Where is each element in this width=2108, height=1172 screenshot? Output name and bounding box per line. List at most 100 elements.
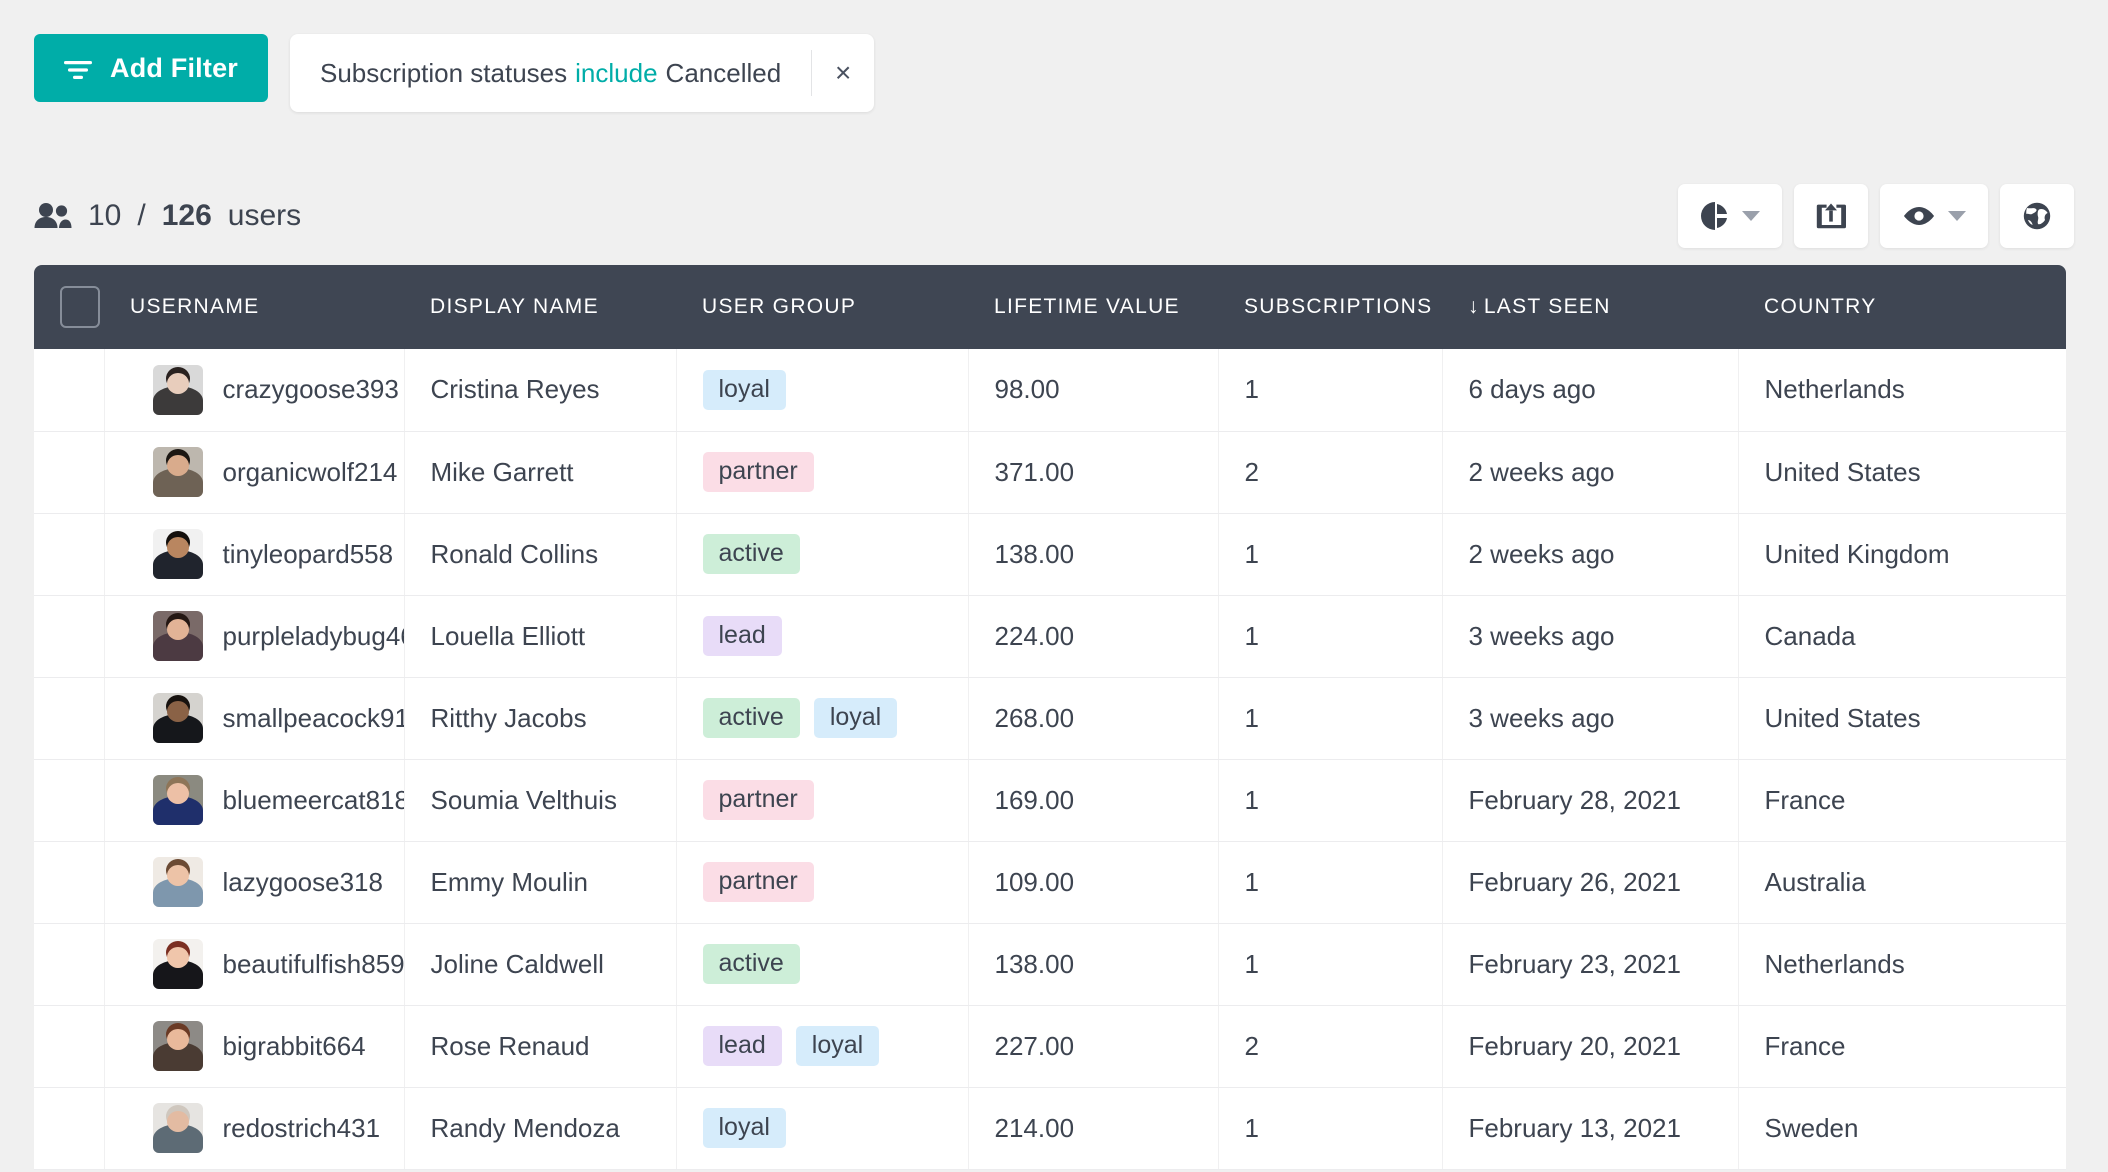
user-group-tag[interactable]: partner [702, 862, 814, 902]
table-row[interactable]: lazygoose318 Emmy Moulin partner 109.00 1 Feb… [34, 841, 2066, 924]
display-name-cell: Ronald Collins [404, 513, 677, 596]
username-cell[interactable]: purpleladybug461 [104, 595, 405, 678]
username-cell[interactable]: lazygoose318 [104, 841, 405, 924]
country-cell: Netherlands [1738, 923, 2066, 1006]
user-group-cell: lead [676, 595, 969, 678]
last-seen-cell: 6 days ago [1442, 349, 1739, 432]
user-group-tag[interactable]: active [702, 944, 800, 984]
column-label: LAST SEEN [1483, 295, 1611, 318]
table-row[interactable]: beautifulfish859 Joline Caldwell active 138… [34, 923, 2066, 1006]
username-cell[interactable]: redostrich431 [104, 1087, 405, 1170]
user-group-tag[interactable]: loyal [813, 698, 898, 738]
user-group-tag[interactable]: partner [702, 780, 814, 820]
user-group-tag[interactable]: loyal [702, 1108, 786, 1148]
lifetime-value-cell: 169.00 [968, 759, 1219, 842]
column-header-username[interactable]: USERNAME [104, 265, 404, 349]
column-header-subscriptions[interactable]: SUBSCRIPTIONS [1218, 265, 1442, 349]
users-unit-label: users [227, 199, 302, 232]
row-select-cell[interactable] [34, 677, 105, 760]
country-cell: Netherlands [1738, 349, 2066, 432]
column-header-user-group[interactable]: USER GROUP [676, 265, 968, 349]
table-row[interactable]: tinyleopard558 Ronald Collins active 138.00… [34, 513, 2066, 596]
add-filter-button[interactable]: Add Filter [34, 34, 268, 102]
table-row[interactable]: redostrich431 Randy Mendoza loyal 214.00 1 Fe… [34, 1087, 2066, 1170]
country-cell: Australia [1738, 841, 2066, 924]
username-cell[interactable]: tinyleopard558 [104, 513, 405, 596]
display-name-cell: Soumia Velthuis [404, 759, 677, 842]
table-header: USERNAME DISPLAY NAME USER GROUP LIFETIM… [34, 265, 2066, 349]
filter-operator: include [575, 57, 658, 88]
column-header-display-name[interactable]: DISPLAY NAME [404, 265, 676, 349]
table-row[interactable]: organicwolf214 Mike Garrett partner 371.00 2… [34, 431, 2066, 514]
username-cell[interactable]: smallpeacock913 [104, 677, 405, 760]
visibility-button[interactable] [1880, 184, 1988, 248]
row-select-cell[interactable] [34, 841, 105, 924]
table-row[interactable]: bigrabbit664 Rose Renaud lead loyal 227.00 2 F… [34, 1005, 2066, 1088]
column-header-last-seen[interactable]: ↓ LAST SEEN [1442, 265, 1738, 349]
export-button[interactable] [1794, 184, 1868, 248]
avatar [152, 447, 203, 497]
user-group-tag[interactable]: loyal [795, 1026, 880, 1066]
table-row[interactable]: bluemeercat818 Soumia Velthuis partner 169.… [34, 759, 2066, 842]
username-cell[interactable]: crazygoose393 [104, 349, 405, 432]
row-select-cell[interactable] [34, 513, 105, 596]
lifetime-value-cell: 109.00 [968, 841, 1219, 924]
user-group-tag[interactable]: active [702, 534, 800, 574]
row-select-cell[interactable] [34, 595, 105, 678]
last-seen-cell: 3 weeks ago [1442, 595, 1739, 678]
username-cell[interactable]: beautifulfish859 [104, 923, 405, 1006]
user-group-tag[interactable]: active [702, 698, 800, 738]
column-header-country[interactable]: COUNTRY [1738, 265, 2066, 349]
close-icon[interactable]: × [812, 34, 874, 112]
select-all-checkbox[interactable] [60, 286, 100, 328]
users-icon [34, 202, 72, 230]
row-select-cell[interactable] [34, 759, 105, 842]
column-label: COUNTRY [1764, 295, 1877, 318]
table-row[interactable]: purpleladybug461Louella Elliott lead 224.0… [34, 595, 2066, 678]
user-group-tag[interactable]: loyal [702, 369, 786, 410]
username-label: smallpeacock913 [222, 702, 404, 733]
chevron-down-icon [1948, 211, 1966, 221]
display-name-cell: Louella Elliott [404, 595, 677, 678]
chart-view-button[interactable] [1678, 184, 1782, 248]
username-label: purpleladybug461 [222, 620, 404, 651]
subscriptions-cell: 1 [1218, 677, 1443, 760]
row-select-cell[interactable] [34, 1005, 105, 1088]
filter-value: Cancelled [665, 57, 782, 88]
select-all-header [34, 265, 104, 349]
column-header-lifetime-value[interactable]: LIFETIME VALUE [968, 265, 1218, 349]
avatar [152, 775, 203, 825]
subscriptions-cell: 1 [1218, 349, 1443, 432]
display-name-cell: Ritthy Jacobs [404, 677, 677, 760]
avatar [152, 857, 203, 907]
table-row[interactable]: smallpeacock913 Ritthy Jacobs active loyal 2… [34, 677, 2066, 760]
lifetime-value-cell: 98.00 [968, 349, 1219, 432]
row-select-cell[interactable] [34, 1087, 105, 1170]
active-filter-pill[interactable]: Subscription statuses include Cancelled … [290, 34, 875, 112]
lifetime-value-cell: 138.00 [968, 923, 1219, 1006]
last-seen-cell: 3 weeks ago [1442, 677, 1739, 760]
row-select-cell[interactable] [34, 923, 105, 1006]
avatar [152, 693, 203, 743]
username-cell[interactable]: organicwolf214 [104, 431, 405, 514]
subscriptions-cell: 2 [1218, 1005, 1443, 1088]
username-label: tinyleopard558 [222, 538, 394, 569]
display-name-cell: Emmy Moulin [404, 841, 677, 924]
users-page: Add Filter Subscription statuses include… [0, 0, 2108, 1172]
username-cell[interactable]: bluemeercat818 [104, 759, 405, 842]
username-label: bigrabbit664 [222, 1030, 366, 1061]
table-row[interactable]: crazygoose393 Cristina Reyes loyal 98.00 1 6 … [34, 349, 2066, 432]
pie-chart-icon [1700, 201, 1730, 231]
user-group-tag[interactable]: partner [702, 452, 814, 492]
avatar [152, 939, 203, 989]
last-seen-cell: February 20, 2021 [1442, 1005, 1739, 1088]
row-select-cell[interactable] [34, 349, 105, 432]
subscriptions-cell: 1 [1218, 841, 1443, 924]
user-group-tag[interactable]: lead [702, 616, 782, 656]
row-select-cell[interactable] [34, 431, 105, 514]
subscriptions-cell: 1 [1218, 513, 1443, 596]
filter-bar: Add Filter Subscription statuses include… [34, 34, 875, 112]
user-group-tag[interactable]: lead [702, 1026, 782, 1066]
username-cell[interactable]: bigrabbit664 [104, 1005, 405, 1088]
globe-button[interactable] [2000, 184, 2074, 248]
